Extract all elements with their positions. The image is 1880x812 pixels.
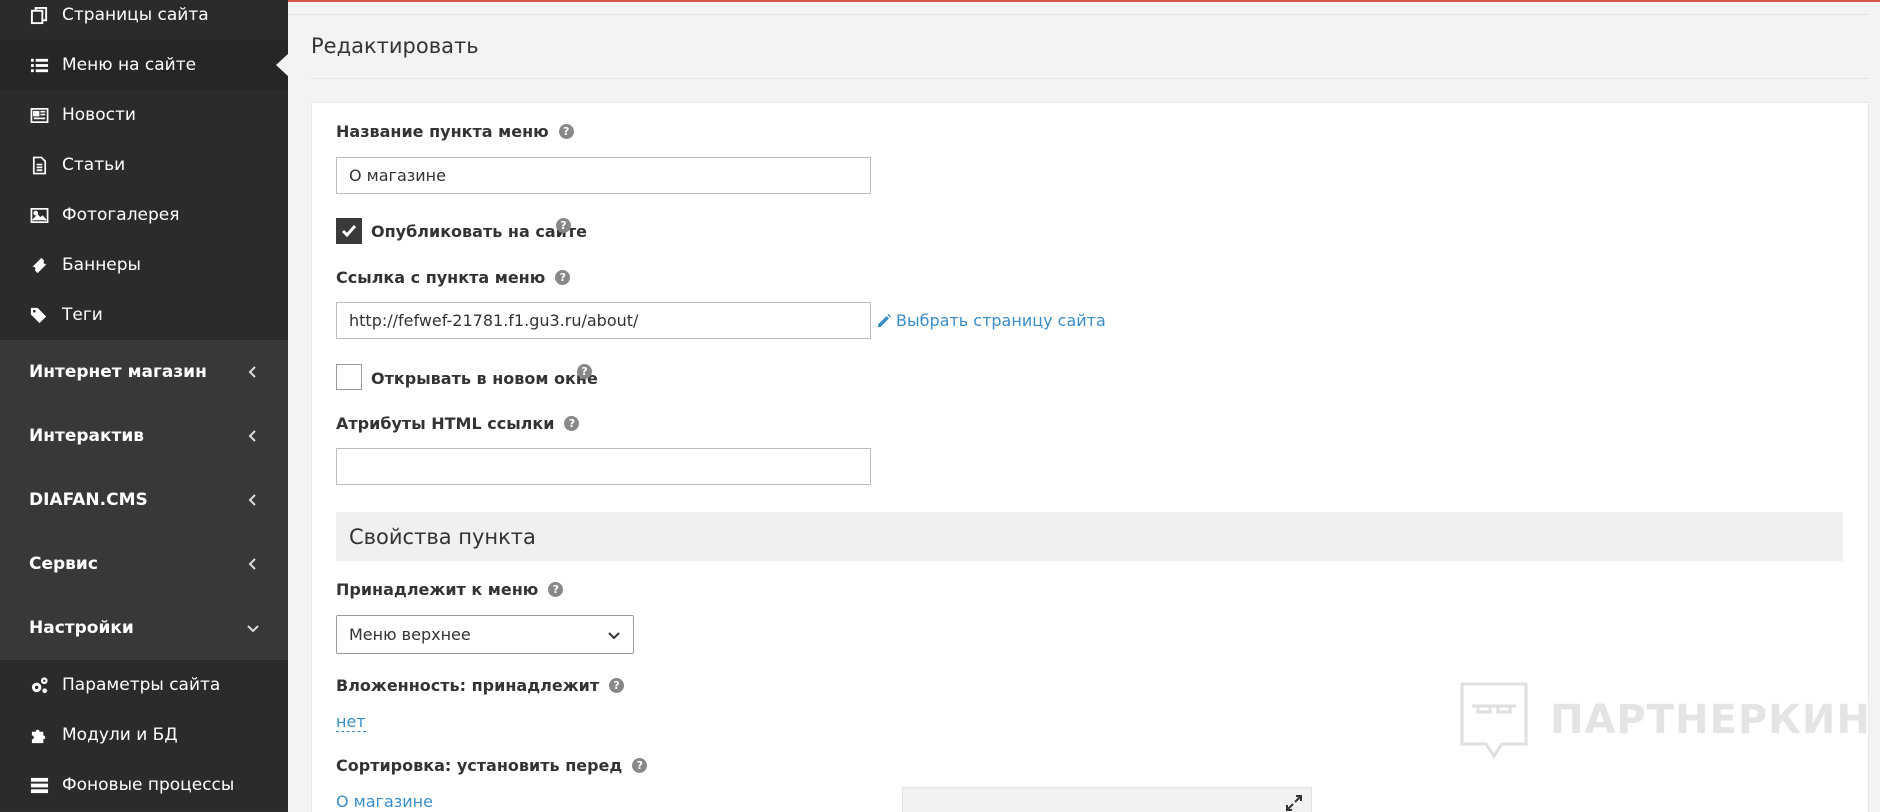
watermark: ПАРТНЕРКИН — [1458, 680, 1871, 760]
sidebar-group-shop[interactable]: Интернет магазин — [0, 340, 288, 404]
publish-label-text: Опубликовать на сайте — [371, 222, 587, 241]
server-icon — [29, 775, 50, 796]
sidebar-group-label: DIAFAN.CMS — [29, 490, 148, 510]
image-icon — [29, 205, 50, 226]
tags-icon — [29, 305, 50, 326]
sidebar-group-label: Интерактив — [29, 426, 145, 446]
sidebar-item-label: Теги — [62, 305, 103, 325]
attrs-input[interactable] — [336, 448, 871, 485]
puzzle-icon — [29, 725, 50, 746]
menu-label: Принадлежит к меню ? — [336, 580, 564, 599]
sidebar-group-interactive[interactable]: Интерактив — [0, 404, 288, 468]
sort-label-text: Сортировка: установить перед — [336, 756, 623, 775]
check-icon — [341, 225, 357, 238]
help-icon[interactable]: ? — [548, 582, 564, 597]
link-label: Ссылка с пункта меню ? — [336, 268, 571, 287]
attrs-label-text: Атрибуты HTML ссылки — [336, 414, 555, 433]
menu-label-text: Принадлежит к меню — [336, 580, 539, 599]
sidebar-item-label: Модули и БД — [62, 725, 178, 745]
publish-label: Опубликовать на сайте — [371, 222, 587, 241]
new-window-label-text: Открывать в новом окне — [371, 369, 598, 388]
help-icon[interactable]: ? — [564, 416, 580, 431]
name-label-text: Название пункта меню — [336, 122, 549, 141]
sidebar-content-list: Страницы сайта Меню на сайте Новости Ста… — [0, 0, 289, 340]
expand-icon[interactable] — [1285, 794, 1303, 812]
menu-select-value: Меню верхнее — [349, 625, 471, 644]
sidebar-item-news[interactable]: Новости — [0, 90, 288, 140]
sort-box — [902, 787, 1312, 812]
name-label: Название пункта меню ? — [336, 122, 574, 141]
chevron-down-icon — [246, 620, 260, 634]
document-icon — [29, 155, 50, 176]
sidebar-item-label: Параметры сайта — [62, 675, 221, 695]
name-input[interactable]: О магазине — [336, 157, 871, 194]
sidebar-item-label: Фоновые процессы — [62, 775, 235, 795]
sort-label: Сортировка: установить перед ? — [336, 756, 648, 775]
sidebar-item-site-params[interactable]: Параметры сайта — [0, 660, 288, 710]
sidebar-group-service[interactable]: Сервис — [0, 532, 288, 596]
sidebar-item-label: Новости — [62, 105, 136, 125]
chevron-down-icon — [608, 631, 620, 639]
sidebar-item-label: Меню на сайте — [62, 55, 197, 75]
chevron-left-icon — [246, 428, 260, 442]
new-window-checkbox[interactable] — [336, 364, 362, 390]
attrs-label: Атрибуты HTML ссылки ? — [336, 414, 580, 433]
sidebar-item-label: Фотогалерея — [62, 205, 180, 225]
help-icon[interactable]: ? — [556, 218, 571, 233]
sidebar: Страницы сайта Меню на сайте Новости Ста… — [0, 0, 289, 812]
link-label-text: Ссылка с пункта меню — [336, 268, 546, 287]
sidebar-item-modules[interactable]: Модули и БД — [0, 710, 288, 760]
top-divider — [288, 14, 1868, 15]
list-icon — [29, 55, 50, 76]
help-icon[interactable]: ? — [558, 124, 574, 139]
sidebar-group-settings[interactable]: Настройки — [0, 596, 288, 660]
help-icon[interactable]: ? — [609, 678, 625, 693]
sidebar-group-label: Сервис — [29, 554, 98, 574]
newspaper-icon — [29, 105, 50, 126]
link-input[interactable]: http://fefwef-21781.f1.gu3.ru/about/ — [336, 302, 871, 339]
chevron-left-icon — [246, 364, 260, 378]
new-window-label: Открывать в новом окне — [371, 369, 598, 388]
sidebar-item-background[interactable]: Фоновые процессы — [0, 760, 288, 810]
choose-page-link[interactable]: Выбрать страницу сайта — [876, 311, 1106, 330]
watermark-text: ПАРТНЕРКИН — [1550, 697, 1871, 743]
sort-link-text: О магазине — [336, 792, 433, 811]
chevron-left-icon — [246, 492, 260, 506]
help-icon[interactable]: ? — [577, 364, 592, 379]
help-icon[interactable]: ? — [555, 270, 571, 285]
page-title: Редактировать — [311, 34, 479, 58]
sidebar-group-label: Интернет магазин — [29, 362, 207, 382]
pencil-icon — [878, 313, 891, 327]
help-icon[interactable]: ? — [632, 758, 648, 773]
publish-checkbox[interactable] — [336, 218, 362, 244]
sidebar-item-banners[interactable]: Баннеры — [0, 240, 288, 290]
pages-icon — [29, 5, 50, 26]
section-properties: Свойства пункта — [336, 512, 1843, 561]
sidebar-settings-list: Параметры сайта Модули и БД Фоновые проц… — [0, 660, 288, 810]
sidebar-group-diafan[interactable]: DIAFAN.CMS — [0, 468, 288, 532]
cogs-icon — [29, 675, 50, 696]
sidebar-item-label: Страницы сайта — [62, 5, 209, 25]
sort-link[interactable]: О магазине — [336, 792, 433, 811]
sidebar-item-label: Баннеры — [62, 255, 141, 275]
choose-page-text: Выбрать страницу сайта — [896, 311, 1106, 330]
menu-select[interactable]: Меню верхнее — [336, 615, 634, 654]
sidebar-item-articles[interactable]: Статьи — [0, 140, 288, 190]
ticket-icon — [29, 255, 50, 276]
title-divider — [311, 78, 1869, 79]
sidebar-item-label: Статьи — [62, 155, 126, 175]
sidebar-item-menu[interactable]: Меню на сайте — [0, 40, 289, 90]
parent-link[interactable]: нет — [336, 712, 366, 732]
sidebar-group-label: Настройки — [29, 618, 134, 638]
sidebar-item-gallery[interactable]: Фотогалерея — [0, 190, 288, 240]
sidebar-item-tags[interactable]: Теги — [0, 290, 288, 340]
watermark-logo-icon — [1460, 682, 1528, 759]
parent-label: Вложенность: принадлежит ? — [336, 676, 625, 695]
top-accent-line — [288, 0, 1880, 2]
parent-label-text: Вложенность: принадлежит — [336, 676, 600, 695]
sidebar-item-pages[interactable]: Страницы сайта — [0, 0, 288, 40]
chevron-left-icon — [246, 556, 260, 570]
